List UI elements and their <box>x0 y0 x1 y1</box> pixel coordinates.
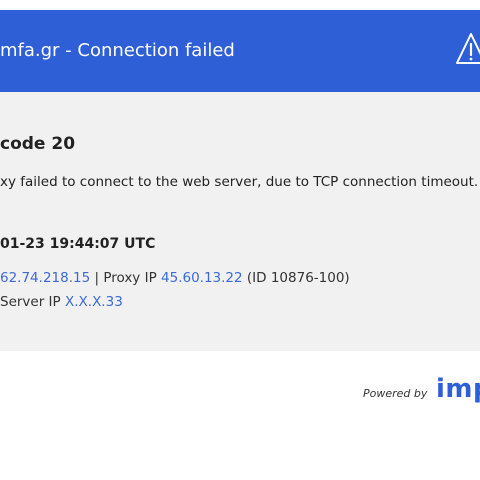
server-ip-link[interactable]: X.X.X.33 <box>65 294 123 310</box>
error-panel <box>0 92 480 351</box>
proxy-id: (ID 10876-100) <box>242 270 350 286</box>
powered-by-label: Powered by <box>363 387 428 400</box>
error-page: mfa.gr - Connection failed code 20 xy fa… <box>0 0 480 480</box>
warning-icon <box>456 33 480 64</box>
client-ip-link[interactable]: 62.74.218.15 <box>0 270 90 286</box>
server-ip-label: Server IP <box>0 294 65 310</box>
ip-info-line: 62.74.218.15 | Proxy IP 45.60.13.22 (ID … <box>0 268 350 288</box>
error-code: code 20 <box>0 134 76 154</box>
server-ip-line: Server IP X.X.X.33 <box>0 292 123 312</box>
error-timestamp: 01-23 19:44:07 UTC <box>0 236 156 252</box>
proxy-ip-link[interactable]: 45.60.13.22 <box>161 270 243 286</box>
brand-logo[interactable]: imp <box>436 374 480 404</box>
proxy-ip-label: | Proxy IP <box>90 270 162 286</box>
error-description: xy failed to connect to the web server, … <box>0 174 479 190</box>
page-title: mfa.gr - Connection failed <box>0 40 235 61</box>
